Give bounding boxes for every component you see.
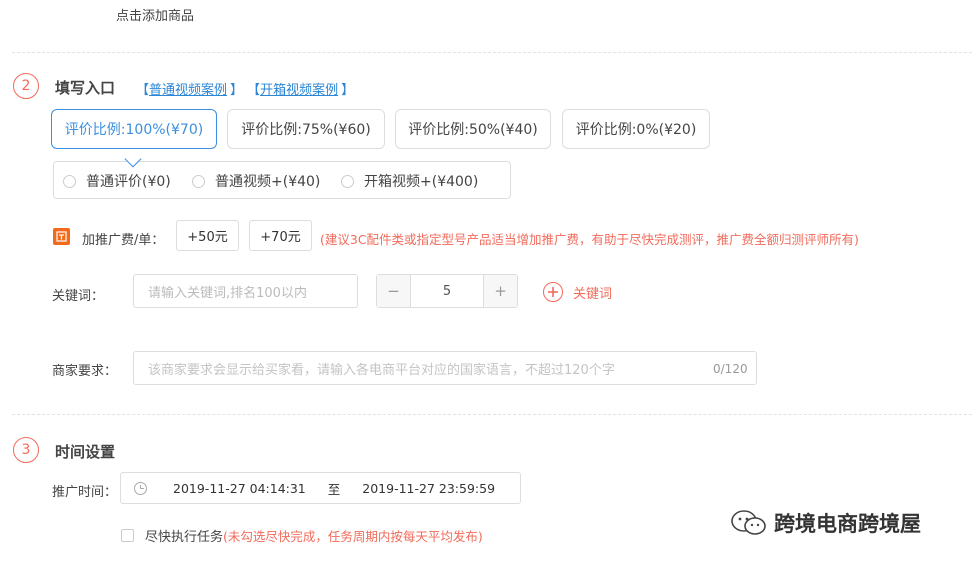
wechat-icon (731, 510, 766, 535)
watermark-text: 跨境电商跨境屋 (774, 512, 921, 536)
review-type-label: 开箱视频+(¥400) (364, 174, 479, 190)
price-tag-icon (53, 228, 70, 245)
ratio-option-50[interactable]: 评价比例:50%(¥40) (395, 109, 551, 149)
merchant-requirement-placeholder: 该商家要求会显示给买家看，请输入各电商平台对应的国家语言，不超过120个字 (148, 362, 615, 378)
ratio-option-100[interactable]: 评价比例:100%(¥70) (51, 109, 217, 149)
normal-video-example-link[interactable]: 普通视频案例 (149, 79, 227, 98)
merchant-requirement-label: 商家要求： (52, 364, 118, 379)
bracket-close: 】 (341, 83, 355, 98)
range-separator: 至 (327, 481, 341, 497)
quantity-stepper: − 5 + (376, 274, 518, 308)
end-date[interactable]: 2019-11-27 23:59:59 (362, 481, 495, 496)
minus-button[interactable]: − (377, 275, 411, 307)
section-title-entry: 填写入口 (55, 79, 116, 97)
asap-checkbox[interactable] (121, 529, 134, 542)
bracket-open: 【 (136, 83, 150, 98)
promo-time-label: 推广时间： (52, 485, 118, 500)
clock-icon (134, 481, 147, 495)
review-type-unbox-video[interactable]: 开箱视频+(¥400) (341, 171, 478, 191)
keyword-label: 关键词： (52, 289, 105, 304)
radio-icon[interactable] (341, 174, 354, 188)
review-type-normal-video[interactable]: 普通视频+(¥40) (192, 171, 320, 191)
add-keyword-label: 关键词 (573, 286, 613, 302)
add-product-link[interactable]: 点击添加商品 (116, 5, 194, 24)
radio-icon[interactable] (192, 174, 205, 188)
promo-fee-hint: (建议3C配件类或指定型号产品适当增加推广费，有助于尽快完成测评，推广费全额归测… (320, 232, 859, 247)
step-number-3: 3 (13, 437, 39, 463)
asap-label: 尽快执行任务 (145, 530, 224, 545)
plus-circle-icon[interactable] (543, 282, 563, 302)
asap-hint: (未勾选尽快完成，任务周期内按每天平均发布) (223, 529, 483, 544)
review-type-label: 普通视频+(¥40) (215, 174, 321, 190)
promo-fee-70-button[interactable]: +70元 (249, 220, 312, 251)
review-type-label: 普通评价(¥0) (86, 174, 171, 190)
promo-fee-label: 加推广费/单： (82, 233, 165, 248)
start-date[interactable]: 2019-11-27 04:14:31 (173, 481, 306, 496)
plus-button[interactable]: + (483, 275, 517, 307)
step-number-2: 2 (13, 73, 39, 99)
keyword-input[interactable]: 请输入关键词,排名100以内 (133, 274, 358, 308)
divider (12, 414, 972, 415)
ratio-option-75[interactable]: 评价比例:75%(¥60) (227, 109, 385, 149)
watermark: 跨境电商跨境屋 (730, 508, 921, 538)
char-counter: 0/120 (713, 362, 748, 376)
radio-icon[interactable] (63, 174, 76, 188)
promo-fee-50-button[interactable]: +50元 (176, 220, 239, 251)
unbox-video-example-link[interactable]: 开箱视频案例 (260, 79, 338, 98)
merchant-requirement-input[interactable]: 该商家要求会显示给买家看，请输入各电商平台对应的国家语言，不超过120个字 (133, 351, 757, 385)
example-links: 【 普通视频案例 】 【 开箱视频案例 】 (136, 79, 354, 98)
asap-checkbox-row[interactable]: 尽快执行任务 (未勾选尽快完成，任务周期内按每天平均发布) (121, 526, 483, 545)
date-range-picker[interactable]: 2019-11-27 04:14:31 至 2019-11-27 23:59:5… (120, 472, 521, 504)
add-keyword-button[interactable]: 关键词 (543, 282, 612, 302)
review-type-normal[interactable]: 普通评价(¥0) (63, 171, 171, 191)
section-title-time: 时间设置 (55, 443, 116, 461)
divider (12, 52, 972, 53)
bracket-close: 】 (230, 83, 244, 98)
bracket-open: 【 (247, 83, 261, 98)
ratio-option-0[interactable]: 评价比例:0%(¥20) (562, 109, 710, 149)
quantity-value[interactable]: 5 (411, 275, 483, 307)
